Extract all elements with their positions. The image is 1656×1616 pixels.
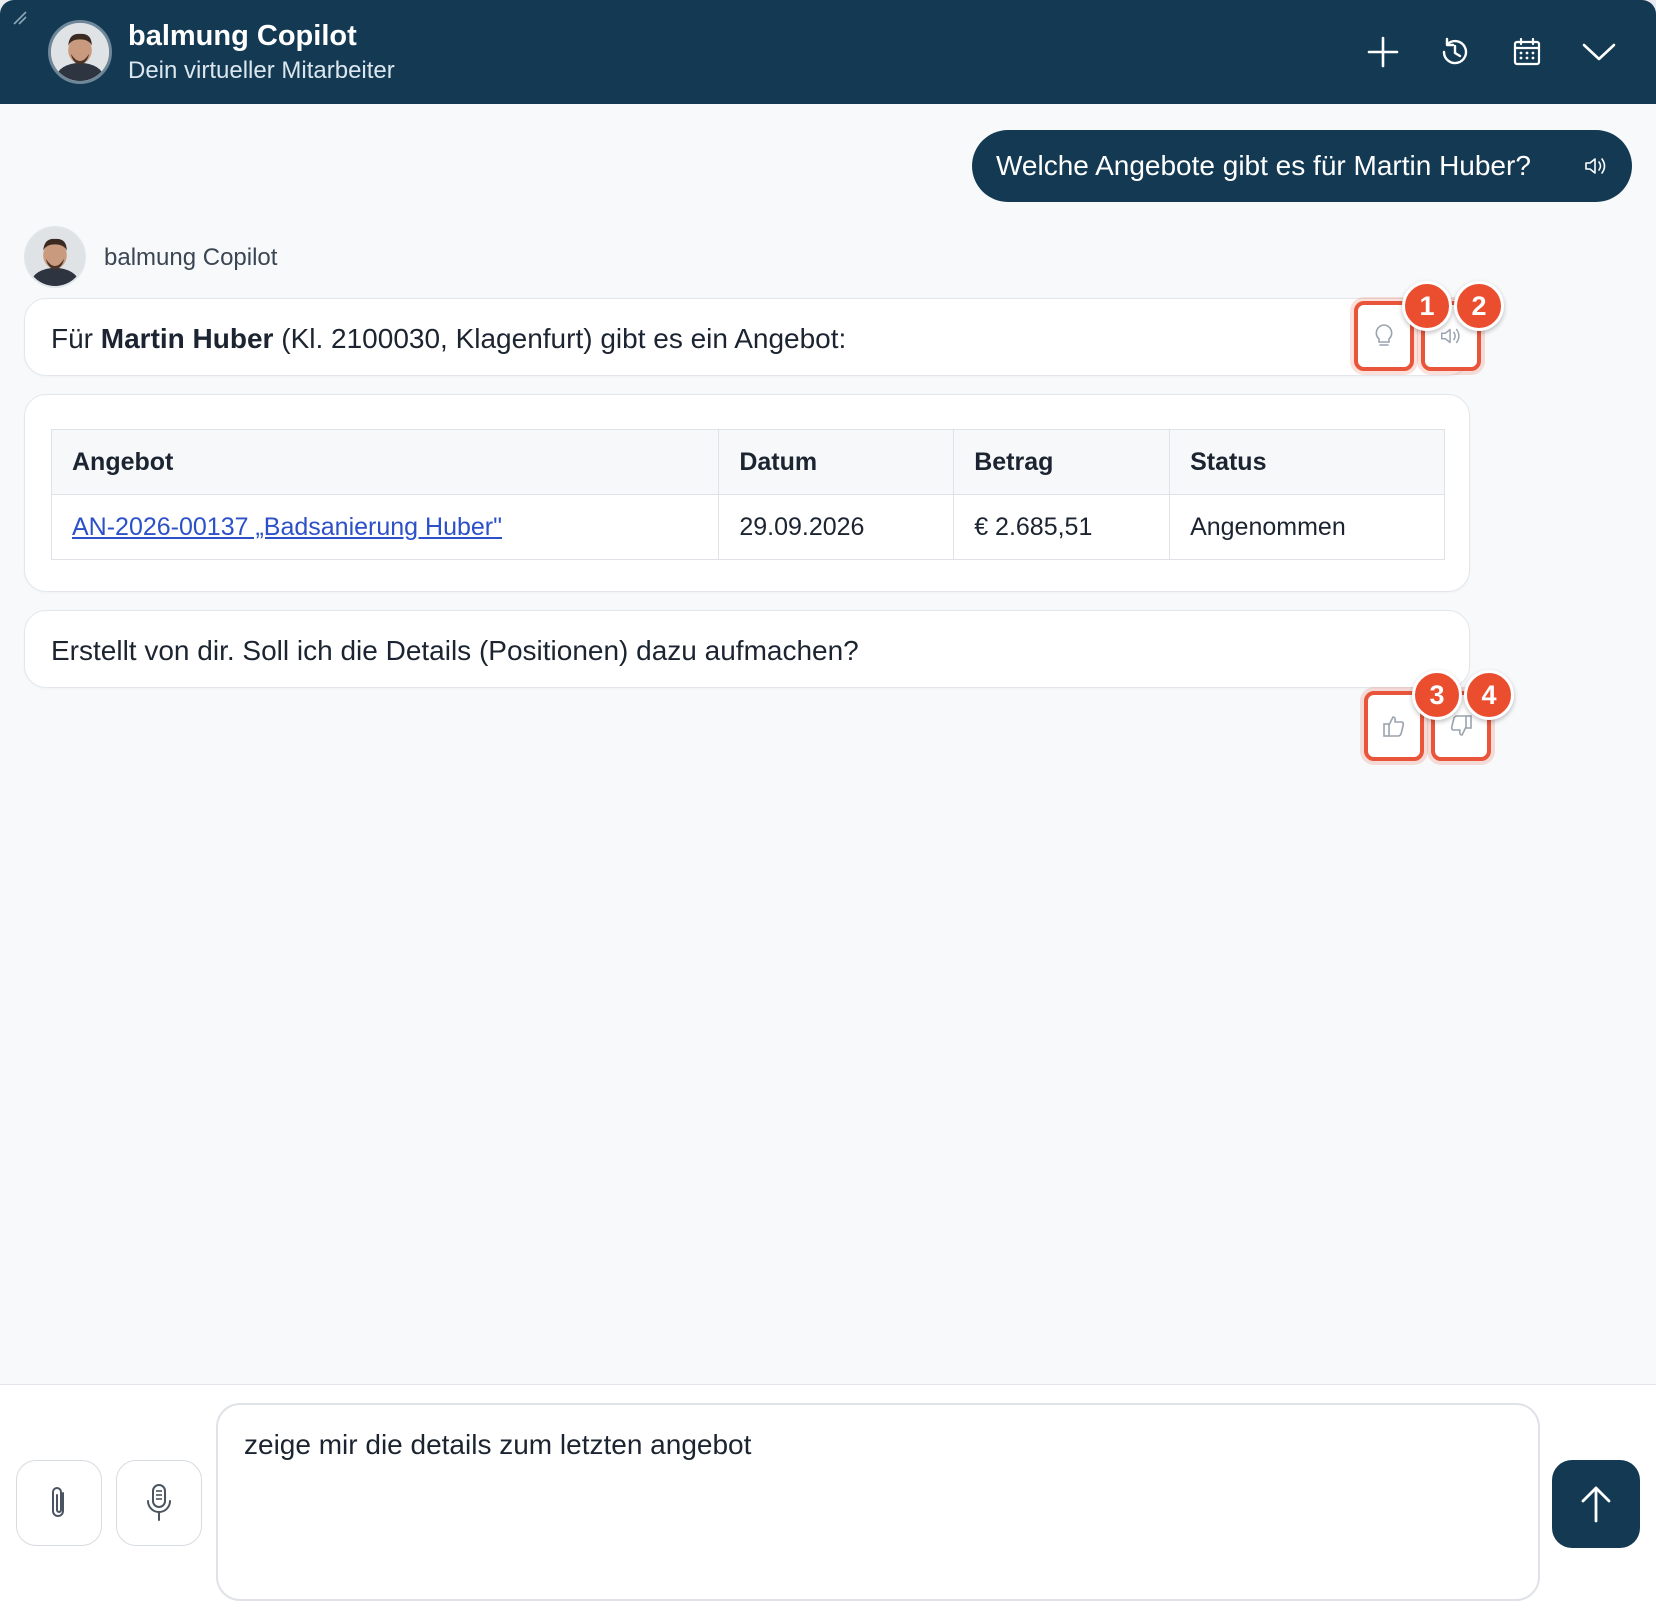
thumbs-down-icon (1450, 715, 1472, 736)
intro-prefix: Für (51, 323, 101, 354)
history-button[interactable] (1433, 30, 1477, 74)
annotation-badge: 3 (1412, 670, 1462, 720)
customer-name: Martin Huber (100, 323, 274, 354)
table-header-row: Angebot Datum Betrag Status (50, 429, 1445, 495)
column-header-datum: Datum (718, 429, 955, 495)
cell-angebot: AN-2026-00137 „Badsanierung Huber" (50, 494, 720, 560)
microphone-button[interactable] (116, 1460, 202, 1546)
composer-bar: zeige mir die details zum letzten angebo… (0, 1384, 1656, 1616)
table-row: AN-2026-00137 „Badsanierung Huber" 29.09… (50, 494, 1445, 560)
speaker-icon[interactable] (1582, 152, 1610, 180)
chevron-down-icon (1582, 43, 1616, 61)
resize-grip-icon[interactable] (12, 10, 30, 28)
header-bar: balmung Copilot Dein virtueller Mitarbei… (0, 0, 1656, 104)
column-header-status: Status (1169, 429, 1445, 495)
annotation-badge: 1 (1402, 281, 1452, 331)
paperclip-icon (52, 1487, 64, 1517)
person-avatar-icon (51, 23, 109, 81)
cell-betrag: € 2.685,51 (953, 494, 1171, 560)
calendar-button[interactable] (1505, 30, 1549, 74)
thumbs-up-icon (1383, 716, 1405, 737)
user-message-text: Welche Angebote gibt es für Martin Huber… (996, 150, 1531, 181)
new-chat-button[interactable] (1361, 30, 1405, 74)
cell-status: Angenommen (1169, 494, 1445, 560)
copilot-window: balmung Copilot Dein virtueller Mitarbei… (0, 0, 1656, 1616)
plus-icon (1367, 36, 1399, 68)
arrow-up-icon (1581, 1486, 1611, 1523)
annotation-badge: 2 (1454, 281, 1504, 331)
bot-message-followup-text: Erstellt von dir. Soll ich die Details (… (51, 635, 859, 666)
microphone-icon (147, 1484, 171, 1521)
app-title: balmung Copilot (128, 20, 357, 52)
collapse-button[interactable] (1577, 30, 1621, 74)
cell-datum: 29.09.2026 (718, 494, 955, 560)
avatar (48, 20, 112, 84)
history-icon (1442, 37, 1468, 65)
annotation-badge: 4 (1464, 670, 1514, 720)
attach-button[interactable] (16, 1460, 102, 1546)
bot-message-followup: Erstellt von dir. Soll ich die Details (… (24, 610, 1470, 688)
column-header-angebot: Angebot (50, 429, 720, 495)
speaker-icon (1440, 328, 1460, 344)
offers-table: Angebot Datum Betrag Status AN-2026-0013… (50, 429, 1445, 560)
calendar-icon (1513, 37, 1541, 66)
offers-table-card: Angebot Datum Betrag Status AN-2026-0013… (24, 394, 1470, 592)
bot-message-intro: Für Martin Huber (Kl. 2100030, Klagenfur… (24, 298, 1470, 376)
user-message-bubble: Welche Angebote gibt es für Martin Huber… (972, 130, 1632, 202)
lightbulb-icon (1375, 324, 1393, 346)
bot-name: balmung Copilot (104, 244, 278, 271)
offer-link[interactable]: AN-2026-00137 „Badsanierung Huber" (72, 513, 502, 541)
send-button[interactable] (1552, 1460, 1640, 1548)
bot-avatar (24, 226, 86, 288)
column-header-betrag: Betrag (953, 429, 1171, 495)
person-avatar-icon (26, 228, 84, 286)
message-input[interactable]: zeige mir die details zum letzten angebo… (216, 1403, 1540, 1601)
app-subtitle: Dein virtueller Mitarbeiter (128, 57, 395, 84)
intro-suffix: (Kl. 2100030, Klagenfurt) gibt es ein An… (273, 323, 847, 354)
bot-message-intro-text: Für Martin Huber (Kl. 2100030, Klagenfur… (51, 323, 846, 355)
